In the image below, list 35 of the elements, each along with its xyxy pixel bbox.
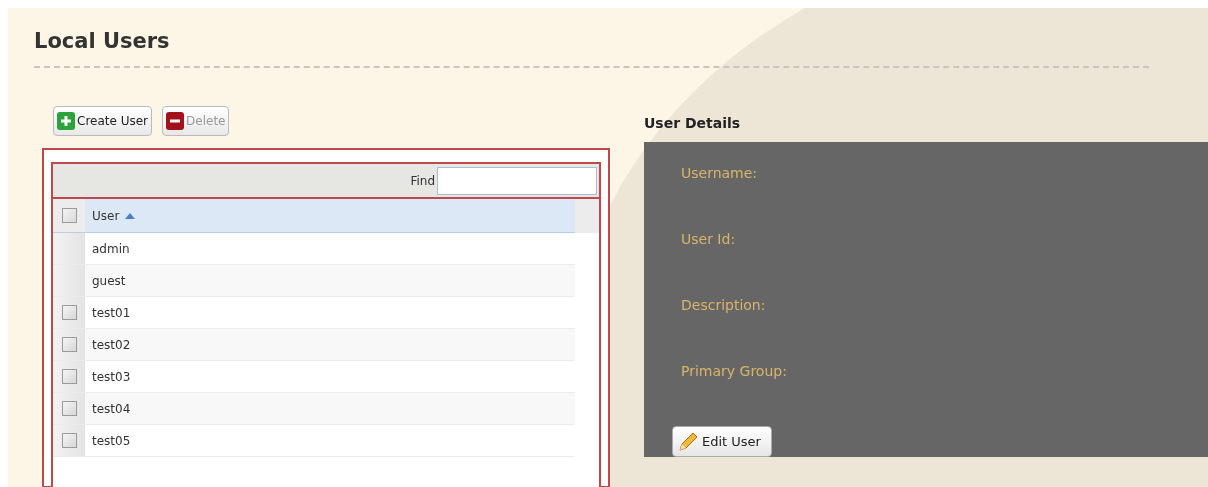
user-row[interactable]: test05	[53, 425, 575, 457]
toolbar-button[interactable]: Create User	[53, 106, 153, 136]
user-cell-text: test01	[92, 304, 131, 322]
section-title: User Details	[644, 114, 742, 133]
user-cell-text: admin	[92, 240, 130, 258]
checkbox[interactable]	[61, 401, 77, 416]
checkbox[interactable]	[61, 369, 77, 384]
user-cell-text: test05	[92, 432, 131, 450]
checkbox[interactable]	[61, 433, 77, 448]
checkbox[interactable]	[61, 305, 77, 320]
checkbox[interactable]	[61, 208, 77, 223]
user-cell-text: test04	[92, 400, 131, 418]
column-header[interactable]: User	[53, 199, 575, 233]
user-row[interactable]: admin	[53, 233, 575, 265]
user-row[interactable]: guest	[53, 265, 575, 297]
field-label: Description:	[681, 296, 766, 315]
field-label: Username:	[681, 164, 758, 183]
column-header-label: User	[92, 207, 120, 225]
find-field[interactable]	[437, 166, 597, 195]
find-label: Find	[410, 172, 435, 190]
user-cell-text: guest	[92, 272, 126, 290]
user-row[interactable]: test02	[53, 329, 575, 361]
pencil-icon	[677, 430, 699, 453]
user-row[interactable]: test04	[53, 393, 575, 425]
field-label: Primary Group:	[681, 362, 787, 381]
plus-icon	[57, 112, 75, 130]
user-cell-text: test02	[92, 336, 131, 354]
checkbox[interactable]	[61, 337, 77, 352]
minus-icon	[166, 112, 185, 130]
user-row[interactable]: test01	[53, 297, 575, 329]
user-row[interactable]: test03	[53, 361, 575, 393]
user-cell-text: test03	[92, 368, 131, 386]
edit-user-button[interactable]: Edit User	[672, 426, 772, 457]
field-label: User Id:	[681, 230, 736, 249]
page-title: Local Users	[34, 28, 171, 55]
